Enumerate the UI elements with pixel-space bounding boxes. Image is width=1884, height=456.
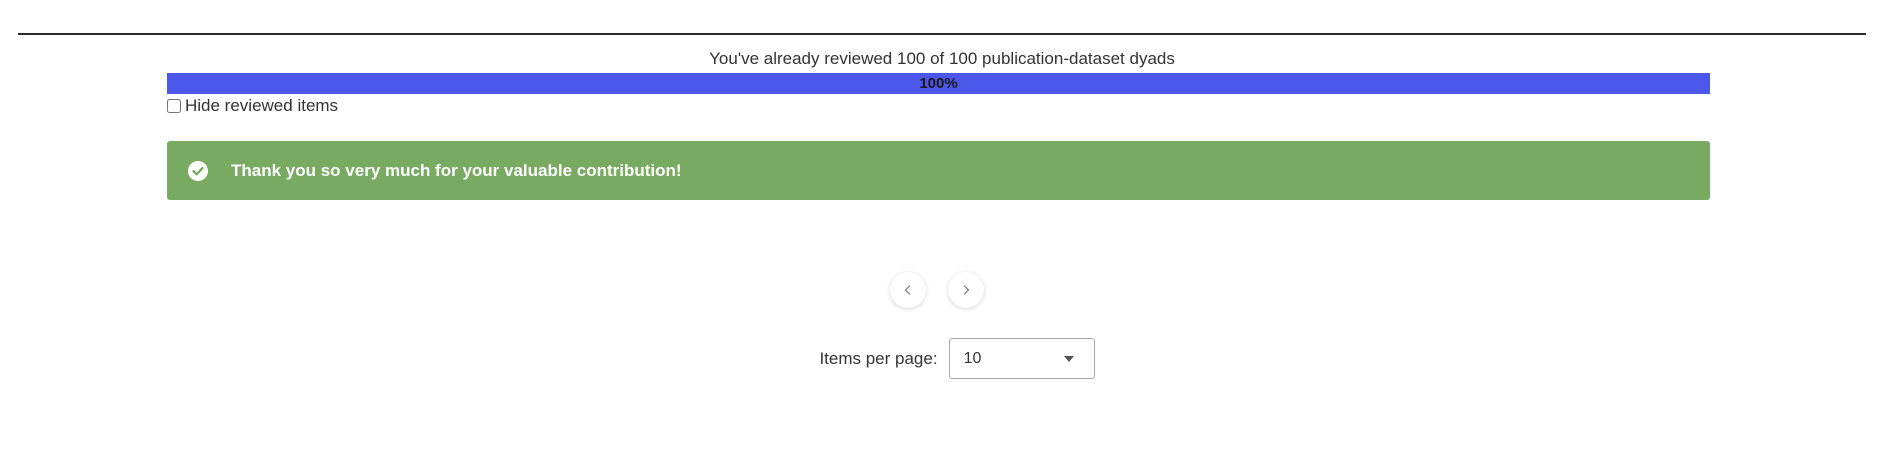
items-per-page-select[interactable]: 10 (948, 338, 1095, 379)
progress-bar: 100% (167, 73, 1710, 94)
top-divider (18, 33, 1866, 35)
chevron-right-icon (960, 284, 972, 296)
progress-percent-label: 100% (919, 75, 958, 92)
hide-reviewed-toggle[interactable]: Hide reviewed items (167, 96, 338, 116)
previous-page-button[interactable] (890, 272, 926, 308)
chevron-left-icon (902, 284, 914, 296)
hide-reviewed-label: Hide reviewed items (185, 96, 339, 115)
success-message: Thank you so very much for your valuable… (231, 160, 682, 180)
success-banner: Thank you so very much for your valuable… (167, 141, 1710, 200)
pagination (890, 272, 984, 308)
items-per-page-value: 10 (963, 349, 982, 367)
hide-reviewed-checkbox[interactable] (167, 99, 181, 113)
caret-down-icon (1063, 355, 1074, 362)
next-page-button[interactable] (948, 272, 984, 308)
progress-caption: You've already reviewed 100 of 100 publi… (709, 49, 1175, 68)
check-circle-icon (187, 160, 209, 182)
items-per-page-label: Items per page: (819, 348, 938, 368)
items-per-page-row: Items per page: 10 (0, 338, 1884, 379)
